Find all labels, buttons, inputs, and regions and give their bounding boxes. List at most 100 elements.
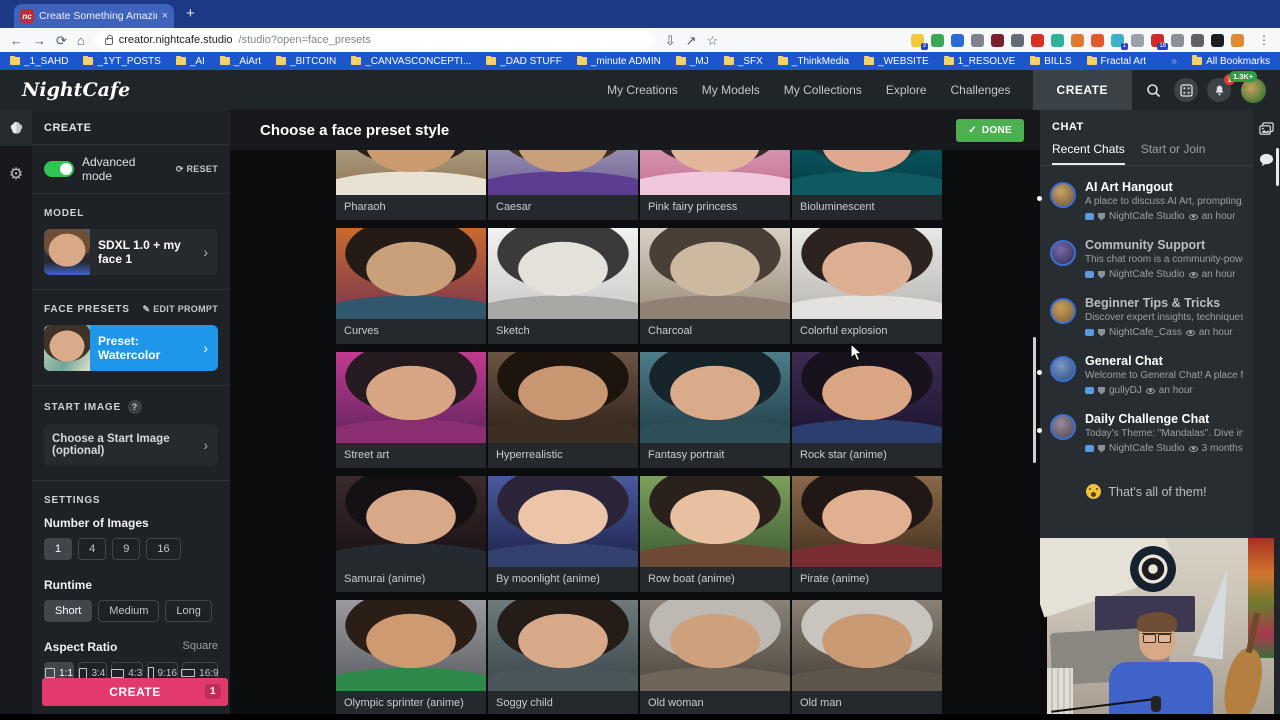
num-images-option-1[interactable]: 1 xyxy=(44,538,72,560)
create-submit-button[interactable]: CREATE 1 xyxy=(42,678,228,706)
help-icon[interactable]: ? xyxy=(128,400,142,414)
create-rail-button[interactable] xyxy=(0,110,32,146)
bookmark-item[interactable]: _ThinkMedia xyxy=(778,56,849,67)
extension-icon[interactable] xyxy=(931,34,944,47)
chat-room-item[interactable]: Community SupportThis chat room is a com… xyxy=(1050,230,1243,288)
extension-icon[interactable] xyxy=(971,34,984,47)
preset-tile[interactable]: Bioluminescent xyxy=(792,150,942,220)
preset-tile[interactable]: By moonlight (anime) xyxy=(488,476,638,592)
all-bookmarks-button[interactable]: All Bookmarks xyxy=(1192,56,1270,67)
nav-link-challenges[interactable]: Challenges xyxy=(951,83,1011,97)
preset-tile[interactable]: Samurai (anime) xyxy=(336,476,486,592)
extension-icon[interactable]: 3 xyxy=(911,34,924,47)
extension-icon[interactable] xyxy=(1031,34,1044,47)
extension-icon[interactable] xyxy=(1131,34,1144,47)
forward-icon[interactable]: → xyxy=(33,34,46,47)
bookmark-item[interactable]: _AI xyxy=(176,56,205,67)
bookmark-item[interactable]: _1_SAHD xyxy=(10,56,68,67)
preset-selector[interactable]: Preset: Watercolor › xyxy=(44,325,218,371)
bookmark-item[interactable]: _minute ADMIN xyxy=(577,56,661,67)
extension-icon[interactable] xyxy=(1011,34,1024,47)
share-icon[interactable]: ↗ xyxy=(686,34,697,47)
bookmark-star-icon[interactable]: ☆ xyxy=(707,34,719,47)
edit-prompt-button[interactable]: ✎ EDIT PROMPT xyxy=(143,304,218,315)
random-dice-button[interactable] xyxy=(1174,78,1198,102)
extension-icon[interactable] xyxy=(1071,34,1084,47)
nav-link-my-collections[interactable]: My Collections xyxy=(784,83,862,97)
browser-tab[interactable]: nc Create Something Amazing - Ni × xyxy=(14,4,174,28)
tab-recent-chats[interactable]: Recent Chats xyxy=(1052,142,1125,165)
search-button[interactable] xyxy=(1141,78,1165,102)
download-icon[interactable]: ⇩ xyxy=(665,34,676,47)
nav-link-my-models[interactable]: My Models xyxy=(702,83,760,97)
nav-link-my-creations[interactable]: My Creations xyxy=(607,83,678,97)
reset-button[interactable]: ⟳ RESET xyxy=(176,164,218,175)
start-image-selector[interactable]: Choose a Start Image (optional) › xyxy=(44,424,218,466)
chat-room-item[interactable]: AI Art HangoutA place to discuss AI Art,… xyxy=(1050,172,1243,230)
browser-menu-icon[interactable]: ⋮ xyxy=(1258,34,1270,47)
tab-start-or-join[interactable]: Start or Join xyxy=(1141,142,1206,165)
runtime-option-short[interactable]: Short xyxy=(44,600,92,622)
preset-tile[interactable]: Hyperrealistic xyxy=(488,352,638,468)
nav-link-explore[interactable]: Explore xyxy=(886,83,927,97)
extension-icon[interactable] xyxy=(1191,34,1204,47)
extension-icon[interactable] xyxy=(1211,34,1224,47)
bookmarks-overflow-icon[interactable]: » xyxy=(1172,56,1178,67)
bookmark-item[interactable]: _BITCOIN xyxy=(276,56,336,67)
chat-room-item[interactable]: General ChatWelcome to General Chat! A p… xyxy=(1050,346,1243,404)
new-tab-button[interactable]: + xyxy=(186,6,195,21)
bookmark-item[interactable]: _CANVASCONCEPTI... xyxy=(351,56,471,67)
preset-tile[interactable]: Old woman xyxy=(640,600,790,714)
preset-tile[interactable]: Olympic sprinter (anime) xyxy=(336,600,486,714)
done-button[interactable]: ✓ DONE xyxy=(956,119,1024,142)
back-icon[interactable]: ← xyxy=(10,34,23,47)
extension-icon[interactable] xyxy=(991,34,1004,47)
bookmark-item[interactable]: _DAD STUFF xyxy=(486,56,562,67)
bookmark-item[interactable]: BILLS xyxy=(1030,56,1071,67)
bookmark-item[interactable]: _MJ xyxy=(676,56,709,67)
notifications-button[interactable]: 1 xyxy=(1207,78,1231,102)
nightcafe-logo[interactable]: NightCafe xyxy=(22,79,130,101)
extension-icon[interactable]: 1 xyxy=(1111,34,1124,47)
extension-icon[interactable] xyxy=(1231,34,1244,47)
preset-tile[interactable]: Curves xyxy=(336,228,486,344)
preset-tile[interactable]: Fantasy portrait xyxy=(640,352,790,468)
bookmark-item[interactable]: _SFX xyxy=(724,56,763,67)
preset-tile[interactable]: Pirate (anime) xyxy=(792,476,942,592)
address-bar[interactable]: creator.nightcafe.studio/studio?open=fac… xyxy=(95,31,655,49)
preset-tile[interactable]: Soggy child xyxy=(488,600,638,714)
extension-icon[interactable] xyxy=(951,34,964,47)
bookmark-item[interactable]: _AiArt xyxy=(220,56,261,67)
gallery-panel-button[interactable] xyxy=(1253,110,1280,137)
preset-tile[interactable]: Pink fairy princess xyxy=(640,150,790,220)
preset-tile[interactable]: Charcoal xyxy=(640,228,790,344)
preset-tile[interactable]: Caesar xyxy=(488,150,638,220)
preset-tile[interactable]: Sketch xyxy=(488,228,638,344)
right-scrollbar[interactable] xyxy=(1276,148,1279,186)
reload-icon[interactable]: ⟳ xyxy=(56,34,67,47)
runtime-option-long[interactable]: Long xyxy=(165,600,211,622)
preset-tile[interactable]: Rock star (anime) xyxy=(792,352,942,468)
preset-tile[interactable]: Old man xyxy=(792,600,942,714)
bookmark-item[interactable]: 1_RESOLVE xyxy=(944,56,1016,67)
preset-tile[interactable]: Street art xyxy=(336,352,486,468)
num-images-option-16[interactable]: 16 xyxy=(146,538,180,560)
extension-icon[interactable] xyxy=(1091,34,1104,47)
preset-tile[interactable]: Row boat (anime) xyxy=(640,476,790,592)
num-images-option-9[interactable]: 9 xyxy=(112,538,140,560)
num-images-option-4[interactable]: 4 xyxy=(78,538,106,560)
settings-rail-button[interactable]: ⚙ xyxy=(0,164,32,184)
home-icon[interactable]: ⌂ xyxy=(77,34,85,47)
extension-icon[interactable]: 18 xyxy=(1151,34,1164,47)
extension-icon[interactable] xyxy=(1051,34,1064,47)
preset-tile[interactable]: Pharaoh xyxy=(336,150,486,220)
bookmark-item[interactable]: _WEBSITE xyxy=(864,56,929,67)
chat-room-item[interactable]: Daily Challenge ChatToday's Theme: "Mand… xyxy=(1050,404,1243,462)
advanced-mode-toggle[interactable] xyxy=(44,161,74,177)
tab-close-icon[interactable]: × xyxy=(162,10,168,22)
bookmark-item[interactable]: _1YT_POSTS xyxy=(83,56,160,67)
extension-icon[interactable] xyxy=(1171,34,1184,47)
runtime-option-medium[interactable]: Medium xyxy=(98,600,159,622)
model-selector[interactable]: SDXL 1.0 + my face 1 › xyxy=(44,229,218,275)
chat-room-item[interactable]: Beginner Tips & TricksDiscover expert in… xyxy=(1050,288,1243,346)
